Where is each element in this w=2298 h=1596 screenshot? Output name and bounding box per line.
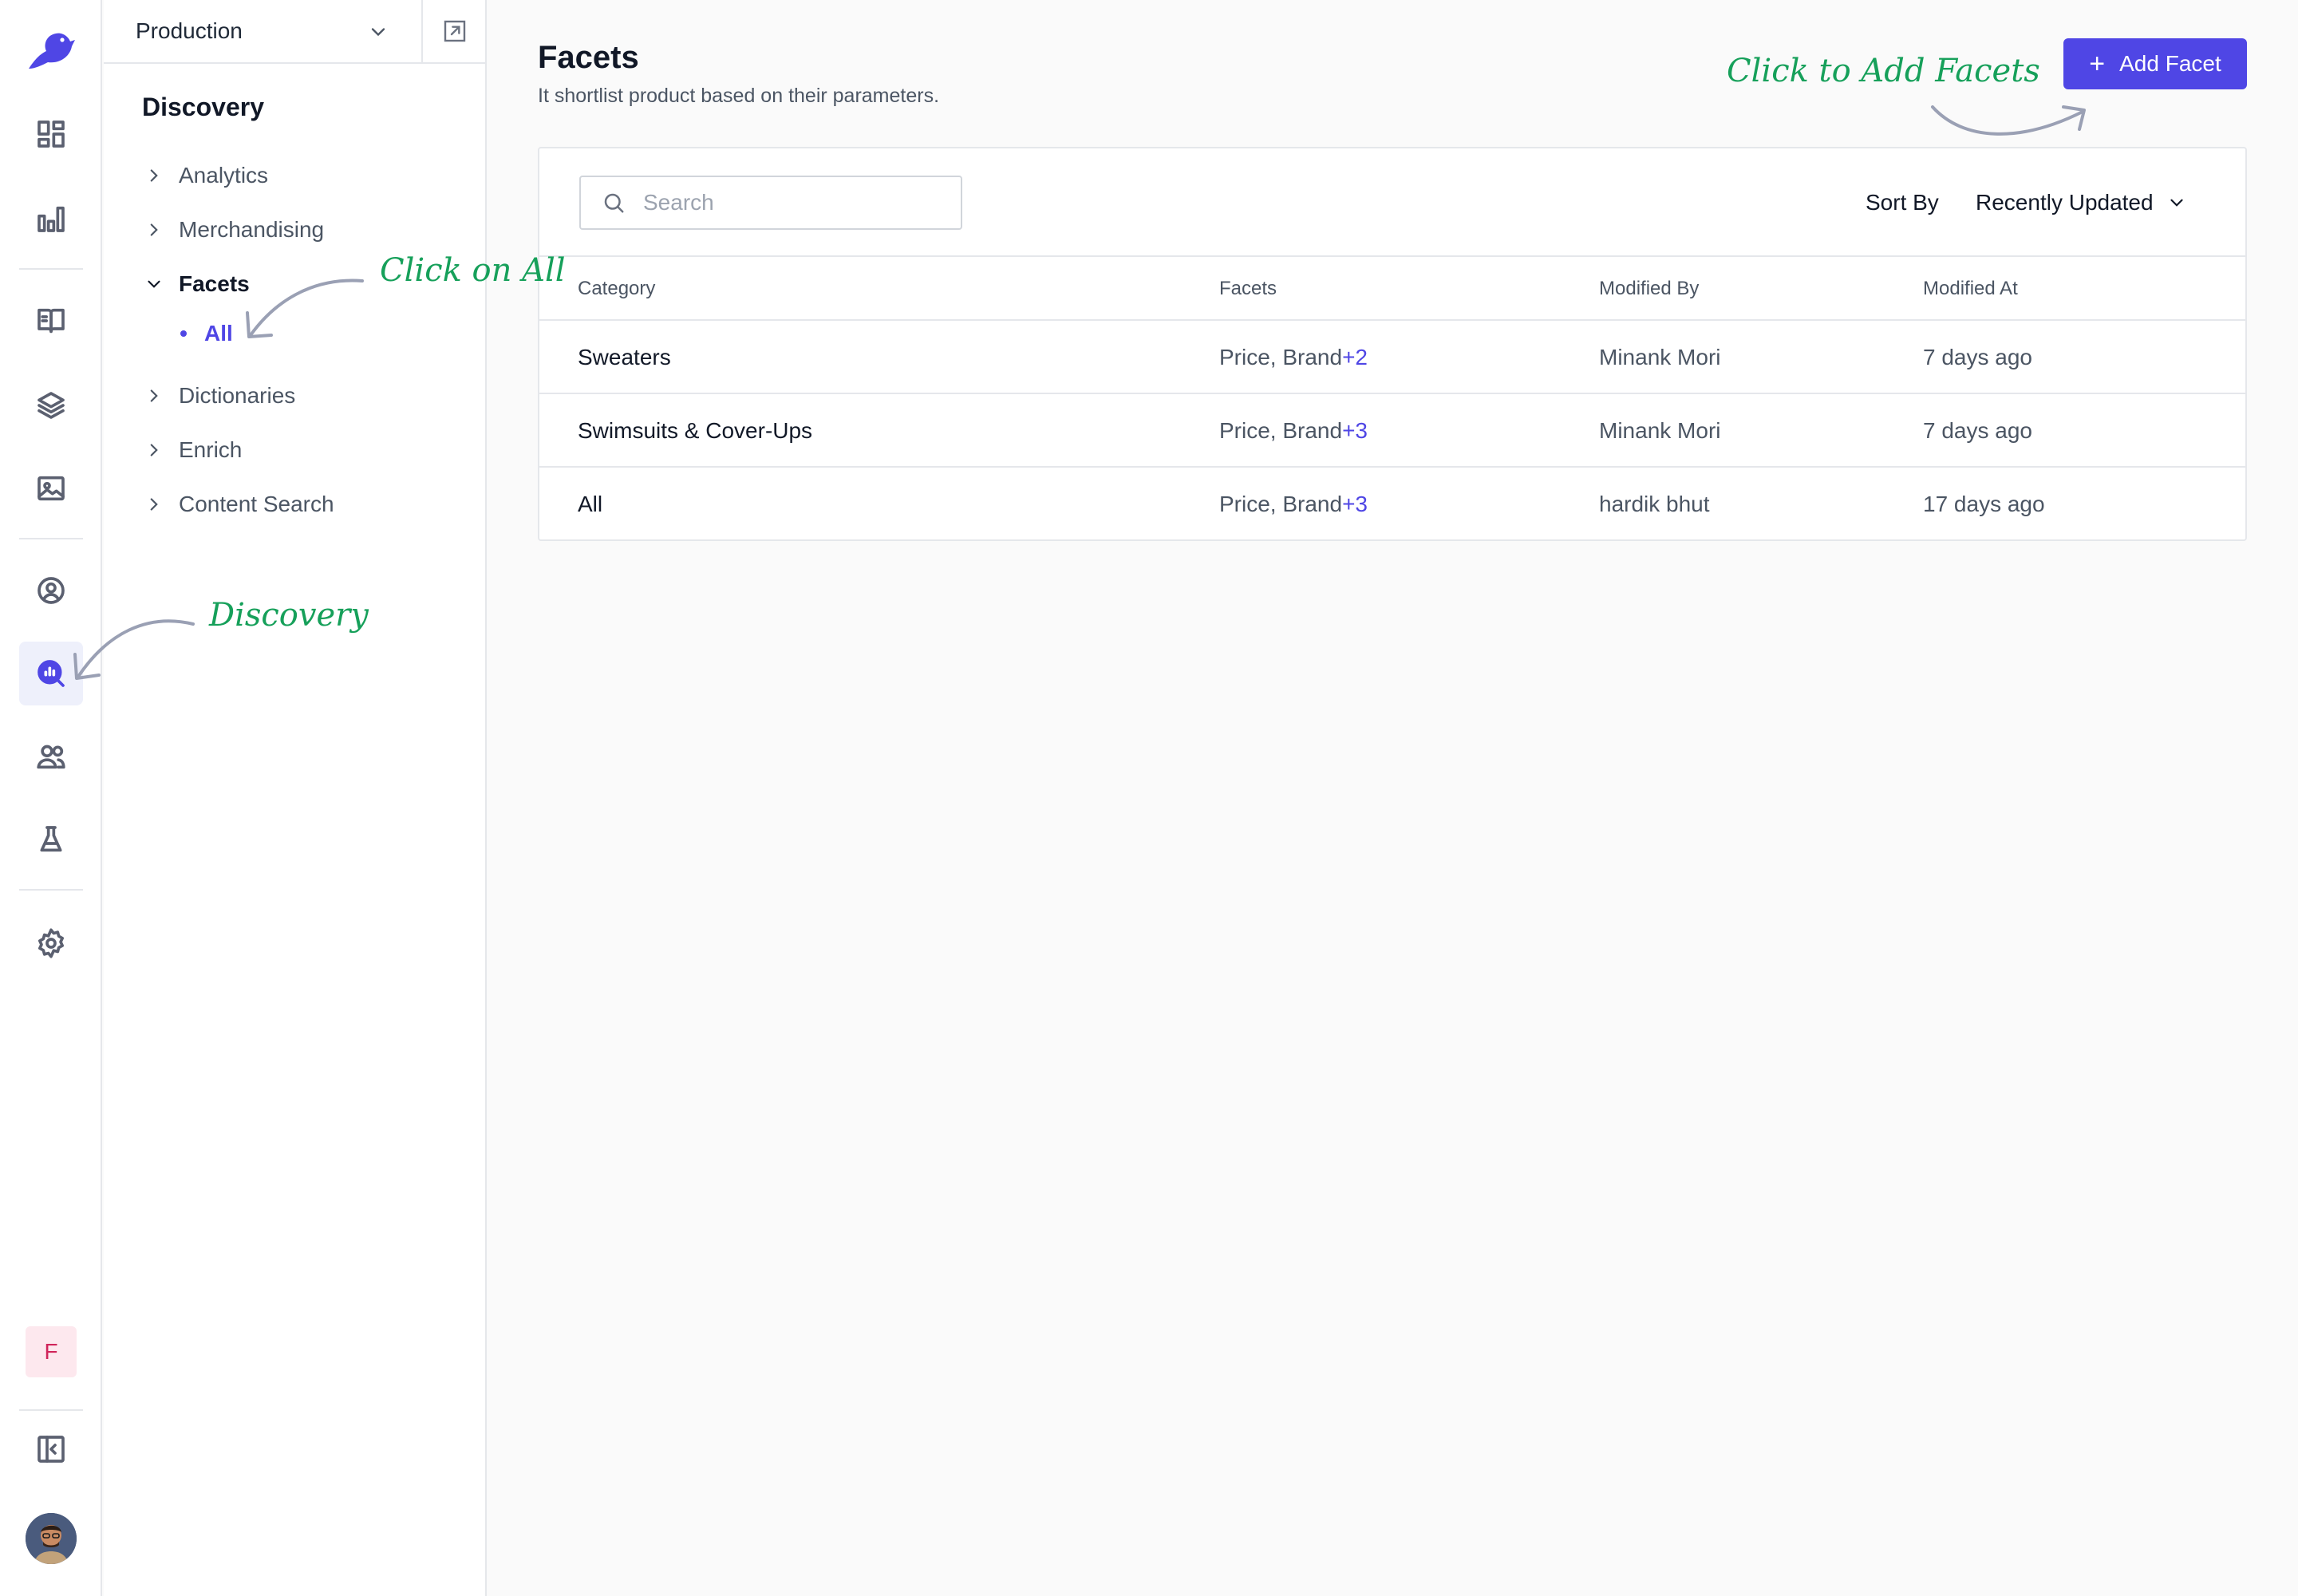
image-icon[interactable] bbox=[19, 456, 83, 520]
layers-icon[interactable] bbox=[19, 373, 83, 437]
table-row[interactable]: All Price, Brand+3 hardik bhut 17 days a… bbox=[539, 468, 2245, 541]
annotation-arrow-discovery bbox=[73, 619, 195, 680]
nav-item-dictionaries[interactable]: Dictionaries bbox=[144, 378, 295, 413]
facets-list: Price, Brand bbox=[1219, 418, 1343, 443]
chevron-down-icon bbox=[371, 28, 385, 37]
facets-list: Price, Brand bbox=[1219, 492, 1343, 516]
user-avatar[interactable] bbox=[26, 1513, 77, 1564]
add-facet-label: Add Facet bbox=[2119, 51, 2221, 76]
facets-more-count[interactable]: +3 bbox=[1342, 492, 1368, 516]
catalog-book-icon[interactable] bbox=[19, 289, 83, 353]
nav-item-label: Content Search bbox=[179, 492, 334, 516]
annotation-arrow-all bbox=[246, 279, 364, 338]
cell-modified-at: 17 days ago bbox=[1923, 492, 2045, 516]
cell-modified-at: 7 days ago bbox=[1923, 345, 2032, 369]
collapse-panel-icon[interactable] bbox=[19, 1417, 83, 1481]
annotation-arrow-add bbox=[1931, 105, 2086, 136]
icon-rail: F bbox=[0, 0, 102, 1596]
nav-section-title: Discovery bbox=[142, 93, 264, 121]
cell-category: All bbox=[578, 492, 603, 516]
chevron-right-icon bbox=[150, 444, 158, 456]
active-dot bbox=[180, 330, 187, 337]
cell-modified-by: Minank Mori bbox=[1599, 418, 1721, 443]
cell-facets: Price, Brand+3 bbox=[1219, 492, 1368, 517]
annotation-add-facets: Click to Add Facets bbox=[1727, 53, 2040, 89]
chevron-down-icon bbox=[148, 280, 160, 288]
annotation-discovery: Discovery bbox=[209, 597, 369, 634]
sort-value: Recently Updated bbox=[1976, 190, 2154, 215]
nav-item-label: Dictionaries bbox=[179, 383, 296, 408]
workspace-avatar[interactable]: F bbox=[26, 1326, 77, 1377]
column-header-category[interactable]: Category bbox=[578, 278, 655, 300]
cell-modified-by: hardik bhut bbox=[1599, 492, 1710, 516]
brand-logo-icon[interactable] bbox=[24, 27, 77, 75]
dashboard-icon[interactable] bbox=[19, 102, 83, 166]
chevron-right-icon bbox=[150, 169, 158, 182]
column-header-modified-at[interactable]: Modified At bbox=[1923, 278, 2018, 300]
sort-dropdown[interactable]: Recently Updated bbox=[1976, 180, 2187, 225]
open-external-icon bbox=[444, 20, 466, 42]
annotation-click-all: Click on All bbox=[380, 252, 566, 289]
environment-label: Production bbox=[136, 18, 243, 43]
nav-item-content-search[interactable]: Content Search bbox=[144, 487, 334, 522]
search-icon bbox=[604, 193, 624, 213]
popout-button[interactable] bbox=[423, 0, 487, 64]
cell-modified-at: 7 days ago bbox=[1923, 418, 2032, 443]
plus-icon: + bbox=[2089, 49, 2106, 79]
facets-more-count[interactable]: +2 bbox=[1342, 345, 1368, 369]
nav-item-enrich[interactable]: Enrich bbox=[144, 433, 242, 468]
nav-item-label: Analytics bbox=[179, 163, 269, 188]
cell-facets: Price, Brand+3 bbox=[1219, 418, 1368, 444]
column-header-modified-by[interactable]: Modified By bbox=[1599, 278, 1699, 300]
environment-selector[interactable]: Production bbox=[104, 0, 423, 64]
page-title: Facets bbox=[538, 40, 639, 75]
facets-list: Price, Brand bbox=[1219, 345, 1343, 369]
sort-by-label: Sort By bbox=[1866, 190, 1939, 215]
cell-category: Sweaters bbox=[578, 345, 671, 369]
settings-gear-icon[interactable] bbox=[19, 911, 83, 975]
cell-category: Swimsuits & Cover-Ups bbox=[578, 418, 813, 443]
experiments-flask-icon[interactable] bbox=[19, 808, 83, 871]
add-facet-button[interactable]: + Add Facet bbox=[2063, 38, 2247, 89]
search-input[interactable] bbox=[643, 190, 946, 215]
column-header-facets[interactable]: Facets bbox=[1219, 278, 1277, 300]
nav-item-facets[interactable]: Facets bbox=[144, 267, 250, 302]
facets-more-count[interactable]: +3 bbox=[1342, 418, 1368, 443]
nav-subitem-all[interactable]: All bbox=[180, 316, 233, 351]
table-header: Category Facets Modified By Modified At bbox=[539, 255, 2245, 321]
chevron-down-icon bbox=[2170, 199, 2183, 207]
nav-item-label: Enrich bbox=[179, 437, 243, 462]
search-box[interactable] bbox=[579, 176, 962, 230]
discovery-nav: Production Discovery Analytics Merchandi… bbox=[104, 0, 487, 1596]
chevron-right-icon bbox=[150, 389, 158, 402]
chevron-right-icon bbox=[150, 223, 158, 236]
users-icon[interactable] bbox=[19, 725, 83, 788]
nav-item-label: Merchandising bbox=[179, 217, 325, 242]
page-subtitle: It shortlist product based on their para… bbox=[538, 85, 940, 107]
chevron-right-icon bbox=[150, 498, 158, 511]
facets-table-card: Sort By Recently Updated Category Facets… bbox=[538, 147, 2247, 541]
analytics-icon[interactable] bbox=[19, 187, 83, 251]
table-row[interactable]: Swimsuits & Cover-Ups Price, Brand+3 Min… bbox=[539, 394, 2245, 468]
nav-item-analytics[interactable]: Analytics bbox=[144, 158, 268, 193]
cell-modified-by: Minank Mori bbox=[1599, 345, 1721, 369]
nav-item-merchandising[interactable]: Merchandising bbox=[144, 212, 324, 247]
table-row[interactable]: Sweaters Price, Brand+2 Minank Mori 7 da… bbox=[539, 321, 2245, 394]
cell-facets: Price, Brand+2 bbox=[1219, 345, 1368, 370]
nav-subitem-label: All bbox=[204, 321, 233, 346]
